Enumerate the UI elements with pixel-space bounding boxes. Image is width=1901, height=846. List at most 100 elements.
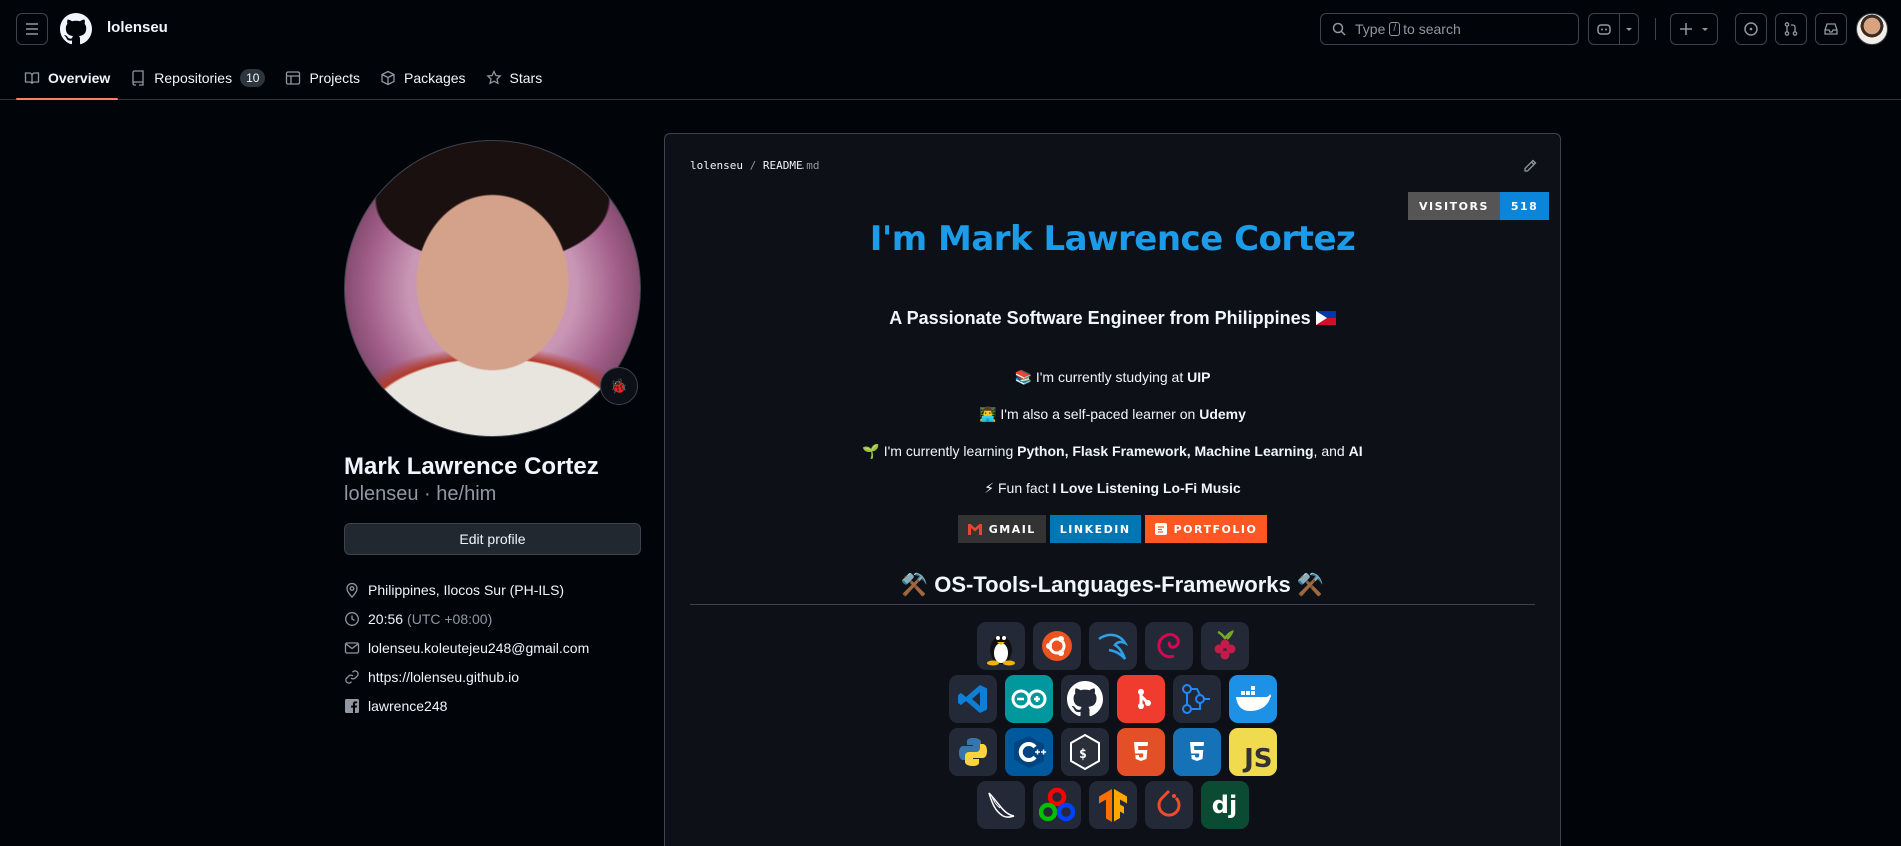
website-row: https://lolenseu.github.io — [344, 662, 641, 691]
edit-profile-button[interactable]: Edit profile — [344, 523, 641, 555]
app-header: lolenseu Type / to search Overview Repos… — [0, 0, 1901, 100]
css3-icon — [1172, 728, 1221, 776]
location-row: Philippines, Ilocos Sur (PH-ILS) — [344, 575, 641, 604]
table-icon — [286, 71, 301, 85]
inbox-button[interactable] — [1815, 13, 1847, 45]
docker-icon — [1228, 675, 1277, 723]
create-new-button[interactable] — [1670, 13, 1718, 45]
fun-fact-line: ⚡ Fun fact I Love Listening Lo-Fi Music — [665, 480, 1560, 497]
pull-request-icon — [1784, 22, 1798, 36]
website-link[interactable]: https://lolenseu.github.io — [368, 669, 519, 685]
edit-readme-button[interactable] — [1522, 158, 1538, 177]
menu-button[interactable] — [16, 13, 48, 45]
chevron-down-icon — [1702, 28, 1708, 31]
copilot-dropdown-button[interactable] — [1619, 13, 1639, 45]
timezone: (UTC +08:00) — [407, 610, 493, 627]
readme-path-user[interactable]: lolenseu — [690, 159, 743, 172]
kali-icon — [1088, 622, 1137, 670]
ubuntu-icon — [1032, 622, 1081, 670]
plus-icon — [1680, 23, 1692, 35]
study-prefix: 📚 I'm currently studying at — [1014, 369, 1188, 385]
fun-prefix: ⚡ Fun fact — [984, 480, 1053, 496]
tab-label: Projects — [309, 70, 361, 86]
learner-line: 👨‍💻 I'm also a self-paced learner on Ude… — [665, 406, 1560, 423]
repo-count-badge: 10 — [240, 69, 266, 87]
tab-label: Repositories — [154, 70, 233, 86]
tensorflow-icon — [1088, 781, 1137, 829]
location-icon — [346, 582, 358, 598]
status-emoji-button[interactable]: 🐞 — [600, 367, 638, 405]
tech-icon-row: dj — [976, 781, 1249, 829]
tab-stars[interactable]: Stars — [478, 64, 551, 92]
tech-icon-row — [948, 675, 1277, 723]
header-username[interactable]: lolenseu — [107, 19, 168, 36]
github-actions-icon — [1172, 675, 1221, 723]
copilot-button[interactable] — [1588, 13, 1620, 45]
issues-button[interactable] — [1735, 13, 1767, 45]
pull-requests-button[interactable] — [1775, 13, 1807, 45]
email-link[interactable]: lolenseu.koleutejeu248@gmail.com — [368, 640, 589, 656]
tech-icon-row: $ JS — [948, 728, 1277, 776]
debian-icon — [1144, 622, 1193, 670]
local-time-row: 20:56 (UTC +08:00) — [344, 604, 641, 633]
study-line: 📚 I'm currently studying at UIP — [665, 369, 1560, 386]
gmail-icon — [967, 524, 982, 535]
github-icon — [1060, 675, 1109, 723]
learning-last: AI — [1348, 443, 1363, 459]
hamburger-icon — [26, 23, 38, 35]
readme-path: lolenseu / README.md — [690, 159, 819, 172]
profile-avatar[interactable] — [344, 140, 641, 437]
tab-projects[interactable]: Projects — [277, 64, 368, 92]
python-icon — [948, 728, 997, 776]
search-shortcut-key: / — [1389, 22, 1401, 36]
facebook-row: lawrence248 — [344, 691, 641, 720]
fun-fact: I Love Listening Lo-Fi Music — [1052, 480, 1241, 496]
tech-section-title: ⚒️ OS-Tools-Languages-Frameworks ⚒️ — [690, 572, 1535, 605]
opencv-icon — [1032, 781, 1081, 829]
portfolio-icon — [1154, 523, 1167, 535]
portfolio-badge[interactable]: PORTFOLIO — [1144, 515, 1268, 543]
learner-prefix: 👨‍💻 I'm also a self-paced learner on — [979, 406, 1200, 422]
mail-icon — [344, 641, 360, 654]
profile-details: Philippines, Ilocos Sur (PH-ILS) 20:56 (… — [344, 575, 641, 720]
readme-heading: I'm Mark Lawrence Cortez — [869, 219, 1356, 259]
tab-label: Packages — [404, 70, 466, 86]
pytorch-icon — [1144, 781, 1193, 829]
tab-overview[interactable]: Overview — [16, 64, 119, 100]
visitors-badge: VISITORS 518 — [1408, 192, 1550, 220]
contact-badges: GMAIL LINKEDIN PORTFOLIO — [665, 515, 1560, 543]
email-row: lolenseu.koleutejeu248@gmail.com — [344, 633, 641, 662]
chevron-down-icon — [1626, 28, 1632, 31]
readme-tagline: A Passionate Software Engineer from Phil… — [665, 308, 1560, 329]
learning-line: 🌱 I'm currently learning Python, Flask F… — [665, 443, 1560, 460]
readme-path-separator: / — [749, 159, 757, 172]
readme-path-file: README — [762, 159, 803, 172]
repo-icon — [132, 70, 144, 86]
location-text: Philippines, Ilocos Sur (PH-ILS) — [368, 581, 565, 598]
tab-repositories[interactable]: Repositories 10 — [122, 64, 273, 92]
facebook-link[interactable]: lawrence248 — [368, 698, 447, 714]
inbox-icon — [1824, 23, 1838, 35]
search-input[interactable]: Type / to search — [1320, 13, 1579, 45]
learning-prefix: 🌱 I'm currently learning — [862, 443, 1018, 459]
html5-icon — [1116, 728, 1165, 776]
cpp-icon — [1004, 728, 1053, 776]
arduino-icon — [1004, 675, 1053, 723]
learning-items: Python, Flask Framework, Machine Learnin… — [1017, 443, 1314, 459]
user-avatar-menu[interactable] — [1856, 13, 1888, 45]
profile-handle: lolenseu · he/him — [344, 483, 497, 505]
profile-full-name: Mark Lawrence Cortez — [344, 453, 599, 480]
local-time: 20:56 — [368, 610, 404, 627]
tab-label: Stars — [509, 70, 543, 86]
linkedin-badge[interactable]: LINKEDIN — [1049, 515, 1141, 543]
facebook-icon — [345, 698, 359, 713]
gmail-badge[interactable]: GMAIL — [957, 515, 1046, 543]
pencil-icon — [1524, 159, 1537, 172]
git-icon — [1116, 675, 1165, 723]
badge-label: LINKEDIN — [1059, 522, 1131, 536]
tab-packages[interactable]: Packages — [372, 64, 473, 92]
issue-opened-icon — [1744, 22, 1758, 36]
linux-icon — [976, 622, 1025, 670]
github-logo-icon[interactable] — [60, 13, 92, 45]
raspberry-pi-icon — [1200, 622, 1249, 670]
